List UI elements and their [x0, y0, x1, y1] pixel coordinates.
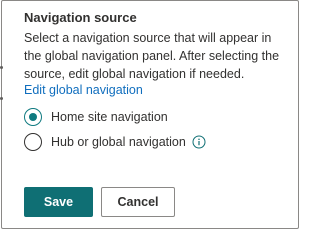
save-button[interactable]: Save: [24, 187, 93, 217]
info-icon[interactable]: [192, 135, 206, 149]
left-edge-marker: [0, 66, 3, 69]
navigation-source-panel: Navigation source Select a navigation so…: [1, 0, 299, 229]
radio-option-home-site[interactable]: Home site navigation: [24, 108, 168, 126]
home-site-radio-label: Home site navigation: [51, 110, 168, 124]
left-edge-marker: [0, 97, 3, 100]
hub-global-radio[interactable]: [24, 133, 42, 151]
panel-description: Select a navigation source that will app…: [24, 31, 280, 81]
cancel-button[interactable]: Cancel: [101, 187, 175, 217]
panel-title: Navigation source: [24, 10, 137, 25]
radio-option-hub-global[interactable]: Hub or global navigation: [24, 133, 206, 151]
edit-global-navigation-link[interactable]: Edit global navigation: [24, 83, 143, 97]
home-site-radio[interactable]: [24, 108, 42, 126]
hub-global-radio-label: Hub or global navigation: [51, 135, 186, 149]
